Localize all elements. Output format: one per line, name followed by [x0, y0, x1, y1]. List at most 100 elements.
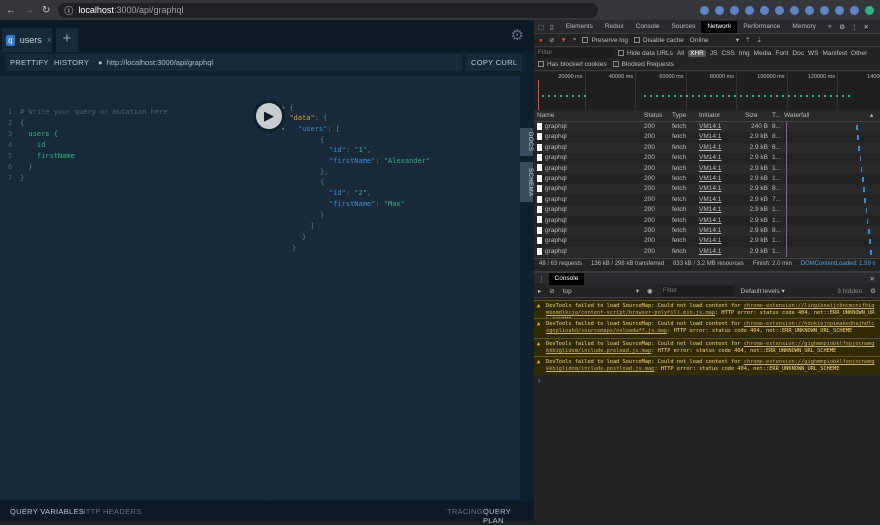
- type-filter[interactable]: CSS: [721, 50, 734, 57]
- request-initiator-link[interactable]: VM14:1: [699, 236, 721, 246]
- type-filter[interactable]: Other: [851, 50, 867, 57]
- column-header[interactable]: Status: [644, 110, 662, 122]
- type-filter[interactable]: Doc: [792, 50, 804, 57]
- column-header[interactable]: Type: [672, 110, 686, 122]
- hide-data-urls-checkbox[interactable]: Hide data URLs: [618, 50, 673, 57]
- network-request-row[interactable]: graphql 200 fetch VM14:1 2.9 kB 1...: [534, 216, 880, 226]
- devtools-tab[interactable]: Memory: [786, 21, 821, 33]
- export-har-icon[interactable]: ⇣: [757, 36, 762, 44]
- address-bar[interactable]: ⓘ localhost:3000/api/graphql: [58, 3, 598, 18]
- request-initiator-link[interactable]: VM14:1: [699, 195, 721, 205]
- disable-cache-checkbox[interactable]: Disable cache: [634, 37, 684, 44]
- tracing-tab[interactable]: TRACING: [447, 507, 483, 516]
- request-initiator-link[interactable]: VM14:1: [699, 122, 721, 132]
- log-levels-select[interactable]: Default levels ▾: [741, 287, 785, 295]
- forward-icon[interactable]: →: [24, 5, 34, 16]
- column-header[interactable]: Waterfall: [784, 110, 809, 122]
- request-initiator-link[interactable]: VM14:1: [699, 153, 721, 163]
- network-request-row[interactable]: graphql 200 fetch VM14:1 2.9 kB 8...: [534, 184, 880, 194]
- type-filter[interactable]: WS: [808, 50, 818, 57]
- context-select[interactable]: top: [563, 288, 628, 295]
- request-initiator-link[interactable]: VM14:1: [699, 216, 721, 226]
- type-filter[interactable]: Media: [754, 50, 772, 57]
- execute-query-button[interactable]: ▶: [253, 100, 285, 132]
- has-blocked-cookies-checkbox[interactable]: Has blocked cookies: [538, 61, 607, 68]
- request-initiator-link[interactable]: VM14:1: [699, 174, 721, 184]
- type-filter-xhr[interactable]: XHR: [688, 50, 706, 57]
- close-tab-icon[interactable]: ×: [47, 35, 52, 45]
- back-icon[interactable]: ←: [6, 5, 16, 16]
- devtools-tab[interactable]: Performance: [737, 21, 786, 33]
- request-initiator-link[interactable]: VM14:1: [699, 132, 721, 142]
- clear-icon[interactable]: ⊘: [549, 36, 554, 44]
- devtools-tab[interactable]: Elements: [560, 21, 599, 33]
- console-prompt[interactable]: ›: [538, 376, 541, 385]
- request-initiator-link[interactable]: VM14:1: [699, 247, 721, 257]
- type-filter[interactable]: Font: [775, 50, 788, 57]
- http-headers-tab[interactable]: HTTP HEADERS: [80, 507, 141, 516]
- add-tab-button[interactable]: +: [56, 28, 78, 52]
- devtools-tab[interactable]: Sources: [666, 21, 702, 33]
- type-filter[interactable]: All: [677, 50, 684, 57]
- query-variables-tab[interactable]: QUERY VARIABLES: [10, 507, 84, 516]
- query-editor[interactable]: 1 2 3 4 5 6 7 # Write your query or muta…: [0, 76, 267, 500]
- devtools-settings-menu-close-icons[interactable]: ⚙⋮✕: [839, 23, 880, 31]
- devtools-tab[interactable]: Console: [630, 21, 666, 33]
- network-request-row[interactable]: graphql 200 fetch VM14:1 2.9 kB 6...: [534, 143, 880, 153]
- device-toolbar-icon[interactable]: ▯: [548, 23, 560, 31]
- network-filter-input[interactable]: Filter: [536, 48, 614, 58]
- blocked-requests-checkbox[interactable]: Blocked Requests: [613, 61, 674, 68]
- clear-console-icon[interactable]: ⊘: [549, 287, 554, 295]
- type-filter[interactable]: Img: [739, 50, 750, 57]
- column-header[interactable]: T...: [772, 110, 781, 122]
- preserve-log-checkbox[interactable]: Preserve log: [582, 37, 628, 44]
- request-initiator-link[interactable]: VM14:1: [699, 184, 721, 194]
- devtools-tab[interactable]: Redux: [599, 21, 630, 33]
- request-initiator-link[interactable]: VM14:1: [699, 164, 721, 174]
- type-filter[interactable]: JS: [710, 50, 718, 57]
- settings-gear-icon[interactable]: ⚙: [511, 26, 524, 44]
- endpoint-input[interactable]: ● http://localhost:3000/api/graphql: [90, 54, 462, 71]
- column-header[interactable]: Size: [745, 110, 758, 122]
- close-drawer-icon[interactable]: ✕: [870, 275, 880, 283]
- reload-icon[interactable]: ↻: [42, 5, 50, 16]
- network-request-row[interactable]: graphql 200 fetch VM14:1 2.9 kB 7...: [534, 195, 880, 205]
- prettify-button[interactable]: PRETTIFY: [5, 54, 54, 71]
- sidebar-toggle-icon[interactable]: ▸: [538, 287, 541, 295]
- docs-tab[interactable]: DOCS: [520, 128, 533, 156]
- network-request-row[interactable]: graphql 200 fetch VM14:1 2.9 kB 8...: [534, 226, 880, 236]
- network-request-row[interactable]: graphql 200 fetch VM14:1 2.9 kB 1...: [534, 153, 880, 163]
- live-expression-eye-icon[interactable]: ◉: [647, 287, 653, 295]
- request-initiator-link[interactable]: VM14:1: [699, 205, 721, 215]
- import-har-icon[interactable]: ⇡: [745, 36, 750, 44]
- request-initiator-link[interactable]: VM14:1: [699, 143, 721, 153]
- history-button[interactable]: HISTORY: [49, 54, 94, 71]
- request-initiator-link[interactable]: VM14:1: [699, 226, 721, 236]
- network-request-row[interactable]: graphql 200 fetch VM14:1 2.9 kB 1...: [534, 236, 880, 246]
- network-overview-timeline[interactable]: 20000 ms40000 ms60000 ms80000 ms100000 m…: [534, 72, 880, 110]
- console-settings-icon[interactable]: ⚙: [870, 287, 880, 295]
- network-request-row[interactable]: graphql 200 fetch VM14:1 240 B 8...: [534, 122, 880, 132]
- schema-tab[interactable]: SCHEMA: [520, 162, 533, 202]
- network-request-row[interactable]: graphql 200 fetch VM14:1 2.9 kB 1...: [534, 174, 880, 184]
- search-icon[interactable]: ⌕: [573, 36, 577, 44]
- console-filter-input[interactable]: Filter: [661, 286, 733, 296]
- devtools-tab-network[interactable]: Network: [701, 21, 737, 33]
- throttle-select[interactable]: Online: [690, 37, 730, 44]
- site-info-icon[interactable]: ⓘ: [64, 4, 73, 17]
- network-request-row[interactable]: graphql 200 fetch VM14:1 2.9 kB 1...: [534, 247, 880, 257]
- drawer-menu-icon[interactable]: ⋮: [534, 275, 549, 283]
- network-request-row[interactable]: graphql 200 fetch VM14:1 2.9 kB 1...: [534, 205, 880, 215]
- query-plan-tab[interactable]: QUERY PLAN: [483, 507, 534, 525]
- type-filter[interactable]: Manifest: [822, 50, 847, 57]
- record-icon[interactable]: ●: [539, 37, 543, 44]
- column-header[interactable]: Name: [537, 110, 554, 122]
- inspect-icon[interactable]: ⬚: [534, 23, 548, 31]
- copy-curl-button[interactable]: COPY CURL: [466, 54, 522, 71]
- console-drawer-tab[interactable]: Console: [549, 273, 585, 285]
- network-request-row[interactable]: graphql 200 fetch VM14:1 2.9 kB 1...: [534, 164, 880, 174]
- network-request-row[interactable]: graphql 200 fetch VM14:1 2.9 kB 8...: [534, 132, 880, 142]
- column-header[interactable]: Initiator: [699, 110, 720, 122]
- tab-users[interactable]: q users ×: [2, 28, 52, 52]
- filter-icon[interactable]: ▼: [560, 37, 566, 44]
